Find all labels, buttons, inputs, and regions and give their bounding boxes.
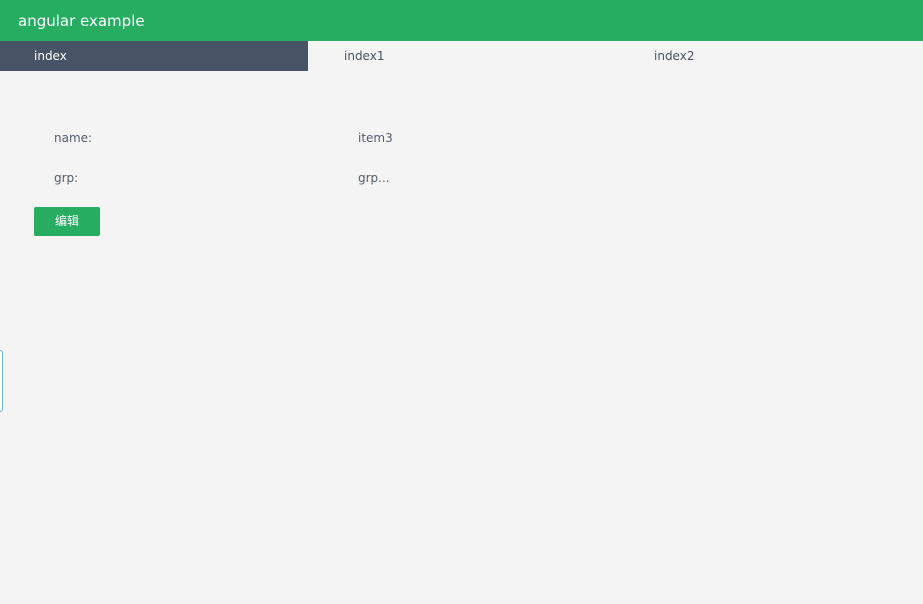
app-header: angular example — [0, 0, 923, 41]
tab-label: index2 — [654, 49, 695, 63]
grp-label: grp: — [54, 171, 79, 185]
name-label: name: — [54, 131, 93, 145]
tab-index2[interactable]: index2 — [618, 41, 923, 71]
tab-index[interactable]: index — [0, 41, 308, 71]
grp-value: grp... — [358, 171, 390, 185]
side-drawer-handle[interactable] — [0, 350, 3, 412]
name-value: item3 — [358, 131, 393, 145]
tab-bar: index index1 index2 — [0, 41, 923, 71]
tab-label: index1 — [344, 49, 385, 63]
tab-index1[interactable]: index1 — [308, 41, 618, 71]
tab-label: index — [34, 49, 67, 63]
edit-button[interactable]: 编辑 — [34, 207, 100, 236]
app-title: angular example — [18, 12, 145, 30]
